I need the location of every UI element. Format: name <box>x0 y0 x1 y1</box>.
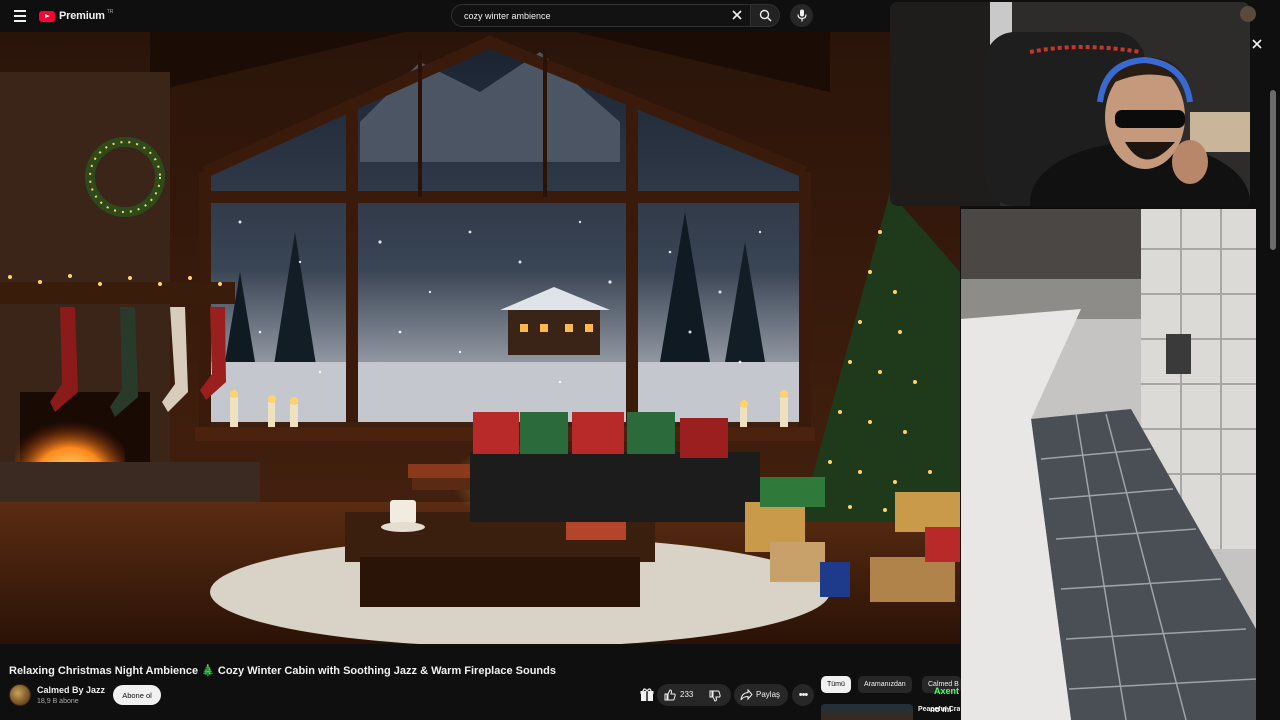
account-avatar[interactable] <box>1240 6 1256 22</box>
scrollbar-thumb[interactable] <box>1270 90 1276 250</box>
video-player[interactable] <box>0 32 960 644</box>
close-icon[interactable] <box>1251 38 1263 50</box>
subscriber-count: 18,9 B abone <box>37 698 79 705</box>
side-video-panel <box>961 209 1256 720</box>
search-icon <box>759 9 772 22</box>
video-title: Relaxing Christmas Night Ambience 🎄 Cozy… <box>9 665 556 677</box>
like-icon[interactable] <box>664 689 676 701</box>
streamer-webcam <box>890 2 1250 206</box>
snowy-walkway-image <box>961 209 1256 720</box>
youtube-premium-logo[interactable]: Premium TR <box>39 9 113 23</box>
more-dots-icon: ••• <box>798 689 809 701</box>
dislike-icon[interactable] <box>709 690 721 702</box>
chip-from-your-search[interactable]: Aramanızdan <box>858 676 912 693</box>
channel-avatar[interactable] <box>9 684 31 706</box>
cabin-scene-image <box>0 32 960 644</box>
hamburger-menu-icon[interactable] <box>10 6 30 26</box>
microphone-icon <box>796 9 807 22</box>
stream-overlay-name: Axent <box>934 686 960 696</box>
share-label: Paylaş <box>756 690 781 699</box>
suggested-video-thumbnail[interactable] <box>821 704 913 720</box>
voice-search-button[interactable] <box>790 4 813 27</box>
search-input[interactable] <box>462 8 722 24</box>
subscribe-button[interactable]: Abone ol <box>113 685 161 705</box>
more-actions-button[interactable]: ••• <box>792 684 814 706</box>
logo-text: Premium <box>59 10 105 22</box>
clear-search-icon[interactable] <box>730 8 744 22</box>
like-count: 233 <box>680 690 694 699</box>
stream-overlay-caption: no mi <box>930 705 952 714</box>
chip-all[interactable]: Tümü <box>821 676 851 693</box>
search-box <box>451 4 751 27</box>
gift-icon[interactable] <box>640 688 654 702</box>
youtube-play-icon <box>39 10 55 22</box>
logo-region: TR <box>106 9 114 15</box>
search-button[interactable] <box>751 4 780 27</box>
share-icon <box>740 689 753 701</box>
channel-name[interactable]: Calmed By Jazz <box>37 685 105 695</box>
streamer-webcam-image <box>890 2 1250 206</box>
